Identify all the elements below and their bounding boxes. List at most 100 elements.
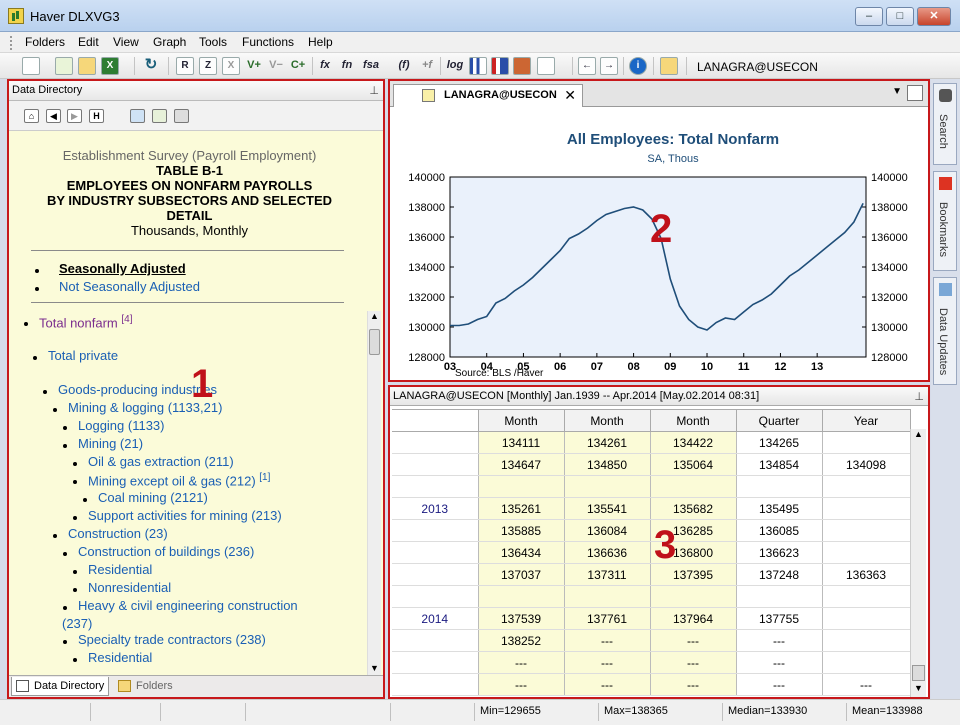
row-label-cell[interactable] — [392, 629, 479, 652]
item-construction[interactable]: Construction (23) — [68, 526, 168, 541]
item-mining-except-oil[interactable]: Mining except oil & gas (212) [1] — [88, 472, 270, 488]
paren-f-button[interactable]: (f) — [394, 57, 414, 75]
value-cell[interactable] — [650, 475, 737, 498]
cplus-button[interactable]: C+ — [287, 57, 309, 75]
value-cell[interactable]: 137311 — [564, 563, 651, 586]
item-nonresidential[interactable]: Nonresidential — [88, 580, 171, 595]
item-support-mining[interactable]: Support activities for mining (213) — [88, 508, 282, 523]
row-label-cell[interactable] — [392, 673, 479, 696]
value-cell[interactable] — [822, 431, 911, 454]
row-label-cell[interactable] — [392, 475, 479, 498]
search-tab[interactable]: Search — [933, 83, 957, 165]
item-heavy-civil[interactable]: Heavy & civil engineering construction — [78, 598, 298, 613]
value-cell[interactable] — [822, 651, 911, 674]
value-cell[interactable]: 134422 — [650, 431, 737, 454]
menu-folders[interactable]: Folders — [25, 35, 65, 49]
value-cell[interactable]: --- — [736, 651, 823, 674]
log-button[interactable]: log — [445, 57, 465, 75]
bookmarks-tab[interactable]: Bookmarks — [933, 171, 957, 271]
value-cell[interactable] — [478, 585, 565, 608]
value-cell[interactable]: 136623 — [736, 541, 823, 564]
minimize-button[interactable]: – — [855, 7, 883, 26]
z-button[interactable]: Z — [199, 57, 217, 75]
value-cell[interactable]: 136085 — [736, 519, 823, 542]
header-cell[interactable]: Quarter — [735, 409, 823, 432]
value-cell[interactable]: 135682 — [650, 497, 737, 520]
folder-icon[interactable] — [78, 57, 96, 75]
value-cell[interactable] — [822, 475, 911, 498]
item-logging[interactable]: Logging (1133) — [78, 418, 165, 433]
item-total-private[interactable]: Total private — [48, 348, 118, 363]
header-cell[interactable]: Month — [563, 409, 651, 432]
value-cell[interactable]: --- — [736, 629, 823, 652]
value-cell[interactable]: 135261 — [478, 497, 565, 520]
tab-data-directory[interactable]: Data Directory — [11, 677, 110, 696]
value-cell[interactable]: 136084 — [564, 519, 651, 542]
value-cell[interactable]: --- — [650, 651, 737, 674]
value-cell[interactable] — [822, 519, 911, 542]
maximize-button[interactable]: □ — [886, 7, 914, 26]
header-cell[interactable]: Month — [477, 409, 565, 432]
scroll-thumb[interactable] — [369, 329, 380, 355]
value-cell[interactable]: 134854 — [736, 453, 823, 476]
refresh-icon[interactable]: ↻ — [142, 57, 160, 75]
h-icon[interactable]: H — [89, 109, 104, 123]
forward-icon[interactable]: ▶ — [67, 109, 82, 123]
row-label-cell[interactable] — [392, 453, 479, 476]
value-cell[interactable]: 135064 — [650, 453, 737, 476]
checklist-icon[interactable] — [55, 57, 73, 75]
vminus-button[interactable]: V− — [265, 57, 287, 75]
add-icon[interactable] — [152, 109, 167, 123]
item-oil-gas[interactable]: Oil & gas extraction (211) — [88, 454, 234, 469]
value-cell[interactable] — [478, 475, 565, 498]
fsa-button[interactable]: fsa — [360, 57, 382, 75]
value-cell[interactable]: 137755 — [736, 607, 823, 630]
value-cell[interactable] — [650, 585, 737, 608]
series-label[interactable]: LANAGRA@USECON — [697, 60, 818, 74]
binoculars-icon[interactable] — [174, 109, 189, 123]
chart-tab[interactable]: LANAGRA@USECON ✕ — [393, 84, 583, 107]
row-label-cell[interactable] — [392, 563, 479, 586]
vplus-button[interactable]: V+ — [243, 57, 265, 75]
r-button[interactable]: R — [176, 57, 194, 75]
value-cell[interactable] — [822, 585, 911, 608]
value-cell[interactable] — [822, 541, 911, 564]
row-label-cell[interactable] — [392, 431, 479, 454]
footnote[interactable]: [4] — [121, 314, 132, 325]
item-residential[interactable]: Residential — [88, 562, 152, 577]
directory-scrollbar[interactable]: ▲ ▼ — [367, 311, 381, 677]
fn-button[interactable]: fn — [338, 57, 356, 75]
value-cell[interactable]: --- — [564, 673, 651, 696]
value-cell[interactable]: 134850 — [564, 453, 651, 476]
value-cell[interactable]: --- — [650, 629, 737, 652]
dropdown-icon[interactable]: ▼ — [892, 86, 902, 97]
value-cell[interactable]: 137964 — [650, 607, 737, 630]
info-icon[interactable]: i — [629, 57, 647, 75]
value-cell[interactable]: --- — [564, 651, 651, 674]
row-label-cell[interactable]: 2013 — [392, 497, 479, 520]
row-label-cell[interactable] — [392, 651, 479, 674]
add-folder-icon[interactable] — [660, 57, 678, 75]
value-cell[interactable]: 137248 — [736, 563, 823, 586]
item-mining[interactable]: Mining (21) — [78, 436, 143, 451]
grid-icon[interactable] — [130, 109, 145, 123]
forward-arrow-icon[interactable]: → — [600, 57, 618, 75]
seasonally-adjusted-link[interactable]: Seasonally Adjusted — [59, 261, 186, 276]
fx-button[interactable]: fx — [316, 57, 334, 75]
value-cell[interactable]: 138252 — [478, 629, 565, 652]
header-cell[interactable]: Month — [649, 409, 737, 432]
new-icon[interactable] — [22, 57, 40, 75]
row-label-cell[interactable]: 2014 — [392, 607, 479, 630]
value-cell[interactable] — [822, 629, 911, 652]
close-button[interactable]: ✕ — [917, 7, 951, 26]
menu-edit[interactable]: Edit — [78, 35, 99, 49]
bar-chart2-icon[interactable] — [491, 57, 509, 75]
item-specialty-trade[interactable]: Specialty trade contractors (238) — [78, 632, 266, 647]
value-cell[interactable]: 134265 — [736, 431, 823, 454]
pin-icon[interactable]: ⊥ — [914, 390, 924, 403]
value-cell[interactable]: --- — [736, 673, 823, 696]
panel-chart-icon[interactable] — [513, 57, 531, 75]
value-cell[interactable]: 135541 — [564, 497, 651, 520]
value-cell[interactable]: 136434 — [478, 541, 565, 564]
menu-graph[interactable]: Graph — [153, 35, 186, 49]
